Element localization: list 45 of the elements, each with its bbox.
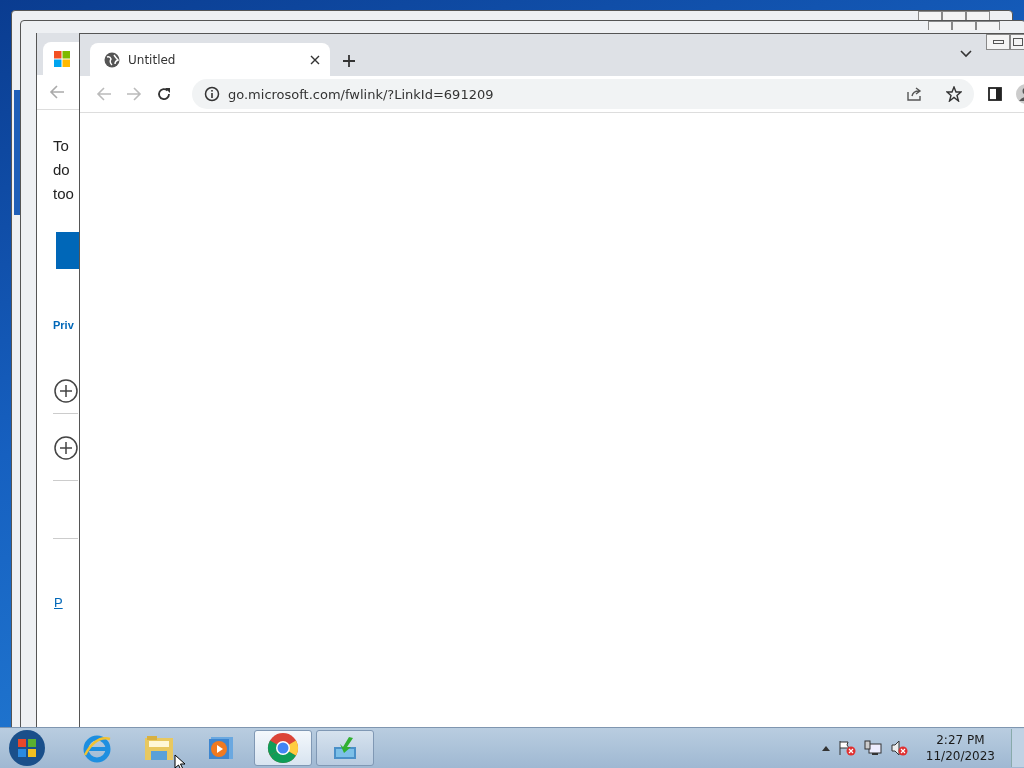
clock[interactable]: 2:27 PM 11/20/2023 — [925, 732, 995, 764]
start-button[interactable] — [8, 729, 46, 767]
bookmark-star-icon[interactable] — [946, 86, 962, 102]
body-text: do — [53, 160, 70, 180]
maximize-button[interactable] — [1010, 34, 1024, 50]
browser-tab[interactable] — [43, 42, 79, 75]
taskbar-app[interactable] — [254, 730, 312, 766]
flag-error-icon[interactable] — [837, 740, 856, 756]
browser-e-icon — [82, 733, 112, 763]
minimize-button[interactable] — [986, 34, 1010, 50]
folder-icon — [143, 733, 175, 763]
windows-logo-icon — [54, 50, 70, 67]
maximize-button[interactable] — [952, 21, 976, 30]
minimize-button[interactable] — [928, 21, 952, 30]
new-tab-button[interactable] — [342, 54, 356, 68]
side-panel-icon[interactable] — [988, 87, 1002, 101]
clock-date: 11/20/2023 — [925, 748, 995, 764]
network-icon[interactable] — [863, 740, 882, 756]
minimize-button[interactable] — [918, 11, 942, 20]
tab-search-button[interactable] — [960, 50, 972, 58]
installer-icon — [331, 735, 359, 761]
body-text: To — [53, 136, 69, 156]
speaker-muted-icon[interactable] — [889, 740, 908, 756]
expand-icon[interactable] — [54, 436, 78, 460]
browser-tab[interactable]: Untitled — [90, 43, 330, 76]
globe-icon — [104, 51, 120, 68]
mouse-cursor — [174, 754, 186, 768]
profile-icon[interactable] — [1016, 84, 1024, 104]
taskbar-app[interactable] — [316, 730, 374, 766]
reload-button[interactable] — [156, 86, 172, 102]
page-link[interactable]: P — [54, 595, 63, 610]
chrome-icon — [267, 732, 299, 764]
share-icon[interactable] — [906, 86, 924, 102]
info-icon — [204, 86, 220, 102]
close-button[interactable] — [976, 21, 1000, 30]
show-hidden-icons-icon[interactable] — [821, 745, 830, 751]
close-button[interactable] — [966, 11, 990, 20]
media-player-icon — [207, 734, 235, 762]
expand-icon[interactable] — [54, 379, 78, 403]
body-text: too — [53, 184, 74, 204]
clock-time: 2:27 PM — [936, 732, 985, 748]
close-tab-button[interactable] — [310, 54, 320, 65]
address-bar[interactable]: go.microsoft.com/fwlink/?LinkId=691209 — [192, 79, 974, 109]
privacy-link[interactable]: Priv — [53, 319, 74, 331]
maximize-button[interactable] — [942, 11, 966, 20]
